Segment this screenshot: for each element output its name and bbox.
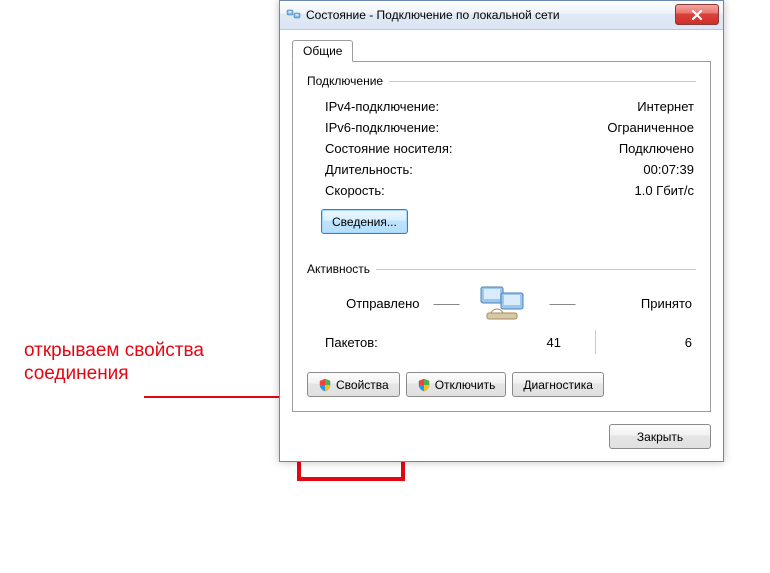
activity-header: Активность <box>307 262 376 276</box>
media-label: Состояние носителя: <box>325 141 453 156</box>
annotation-arrow-h <box>144 396 282 398</box>
network-icon <box>286 7 302 23</box>
divider <box>389 81 696 82</box>
speed-value: 1.0 Гбит/с <box>635 183 695 198</box>
annotation-line1: открываем свойства <box>24 339 204 362</box>
packets-row: Пакетов: 41 6 <box>307 330 696 354</box>
diagnose-button[interactable]: Диагностика <box>512 372 604 397</box>
ipv4-label: IPv4-подключение: <box>325 99 439 114</box>
disable-button[interactable]: Отключить <box>406 372 507 397</box>
ipv4-value: Интернет <box>637 99 694 114</box>
dash-left: —— <box>430 296 464 311</box>
properties-button-label: Свойства <box>336 378 389 392</box>
media-value: Подключено <box>619 141 694 156</box>
packets-recv: 6 <box>596 335 696 350</box>
row-ipv6: IPv6-подключение: Ограниченное <box>307 117 696 138</box>
dialog-title: Состояние - Подключение по локальной сет… <box>306 8 560 22</box>
duration-value: 00:07:39 <box>643 162 694 177</box>
row-ipv4: IPv4-подключение: Интернет <box>307 96 696 117</box>
sent-label: Отправлено <box>307 296 430 311</box>
connection-group: Подключение IPv4-подключение: Интернет I… <box>307 74 696 234</box>
shield-icon <box>417 378 431 392</box>
annotation-line2: соединения <box>24 362 204 385</box>
close-dialog-button[interactable]: Закрыть <box>609 424 711 449</box>
row-media: Состояние носителя: Подключено <box>307 138 696 159</box>
duration-label: Длительность: <box>325 162 413 177</box>
connection-header: Подключение <box>307 74 389 88</box>
row-speed: Скорость: 1.0 Гбит/с <box>307 180 696 201</box>
annotation-text: открываем свойства соединения <box>24 339 204 385</box>
activity-group: Активность Отправлено —— <box>307 262 696 354</box>
action-button-row: Свойства Отключить Ди <box>307 372 696 397</box>
recv-label: Принято <box>580 296 697 311</box>
details-button[interactable]: Сведения... <box>321 209 408 234</box>
close-icon <box>691 10 703 20</box>
ipv6-label: IPv6-подключение: <box>325 120 439 135</box>
dash-right: —— <box>546 296 580 311</box>
dialog-footer: Закрыть <box>292 424 711 449</box>
activity-labels-row: Отправлено —— <box>307 284 696 322</box>
divider <box>376 269 696 270</box>
shield-icon <box>318 378 332 392</box>
ipv6-value: Ограниченное <box>607 120 694 135</box>
packets-sent: 41 <box>465 335 595 350</box>
tab-page-general: Подключение IPv4-подключение: Интернет I… <box>292 61 711 412</box>
close-button[interactable] <box>675 4 719 25</box>
row-duration: Длительность: 00:07:39 <box>307 159 696 180</box>
titlebar[interactable]: Состояние - Подключение по локальной сет… <box>280 1 723 30</box>
packets-label: Пакетов: <box>307 335 465 350</box>
speed-label: Скорость: <box>325 183 385 198</box>
disable-button-label: Отключить <box>435 378 496 392</box>
status-dialog: Состояние - Подключение по локальной сет… <box>279 0 724 462</box>
tab-general[interactable]: Общие <box>292 40 353 62</box>
monitors-icon <box>477 283 533 323</box>
properties-button[interactable]: Свойства <box>307 372 400 397</box>
diagnose-button-label: Диагностика <box>523 378 593 392</box>
tabstrip: Общие <box>292 40 711 62</box>
